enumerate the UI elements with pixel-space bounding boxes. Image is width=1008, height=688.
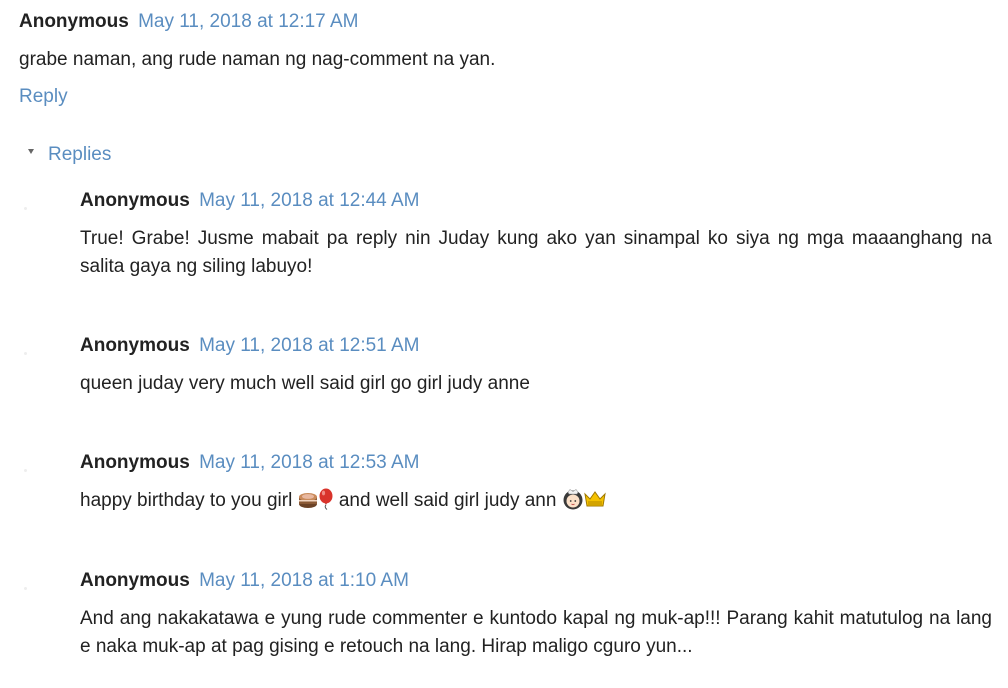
reply-timestamp-link[interactable]: May 11, 2018 at 12:53 AM <box>199 452 419 473</box>
comment-header: Anonymous May 11, 2018 at 12:17 AM <box>19 9 994 35</box>
reply-timestamp-link[interactable]: May 11, 2018 at 12:44 AM <box>199 190 419 211</box>
comment-author: Anonymous <box>19 11 129 32</box>
reply-author: Anonymous <box>80 190 190 211</box>
thread-bullet-icon <box>24 469 27 472</box>
main-comment: Anonymous May 11, 2018 at 12:17 AM grabe… <box>19 9 994 110</box>
princess-icon <box>563 489 583 510</box>
cake-icon <box>298 492 317 508</box>
reply-author: Anonymous <box>80 452 190 473</box>
thread-bullet-icon <box>24 587 27 590</box>
thread-bullet-icon <box>24 207 27 210</box>
reply-item: Anonymous May 11, 2018 at 12:44 AM True!… <box>80 188 992 281</box>
caret-down-icon <box>28 149 34 155</box>
reply-timestamp-link[interactable]: May 11, 2018 at 12:51 AM <box>199 335 419 356</box>
thread-bullet-icon <box>24 352 27 355</box>
crown-icon <box>583 491 606 507</box>
reply-header: Anonymous May 11, 2018 at 12:44 AM <box>80 188 992 214</box>
reply-text-part2: and well said girl judy ann <box>338 490 557 511</box>
reply-header: Anonymous May 11, 2018 at 1:10 AM <box>80 568 992 594</box>
reply-item: Anonymous May 11, 2018 at 1:10 AM And an… <box>80 568 992 661</box>
reply-item: Anonymous May 11, 2018 at 12:51 AM queen… <box>80 333 992 398</box>
reply-item: Anonymous May 11, 2018 at 12:53 AM happy… <box>80 450 992 515</box>
replies-toggle[interactable]: Replies <box>28 142 111 168</box>
reply-body: happy birthday to you girl and well said… <box>80 487 992 515</box>
comment-body: grabe naman, ang rude naman ng nag-comme… <box>19 49 496 70</box>
comment-timestamp-link[interactable]: May 11, 2018 at 12:17 AM <box>138 11 358 32</box>
replies-toggle-label: Replies <box>48 144 112 165</box>
reply-header: Anonymous May 11, 2018 at 12:53 AM <box>80 450 992 476</box>
reply-body: And ang nakakatawa e yung rude commenter… <box>80 608 992 657</box>
reply-author: Anonymous <box>80 570 190 591</box>
balloon-icon <box>319 488 333 510</box>
reply-text-part1: happy birthday to you girl <box>80 490 293 511</box>
reply-button[interactable]: Reply <box>19 84 68 110</box>
reply-author: Anonymous <box>80 335 190 356</box>
reply-header: Anonymous May 11, 2018 at 12:51 AM <box>80 333 992 359</box>
reply-body: queen juday very much well said girl go … <box>80 373 530 394</box>
reply-body: True! Grabe! Jusme mabait pa reply nin J… <box>80 228 992 277</box>
reply-timestamp-link[interactable]: May 11, 2018 at 1:10 AM <box>199 570 409 591</box>
